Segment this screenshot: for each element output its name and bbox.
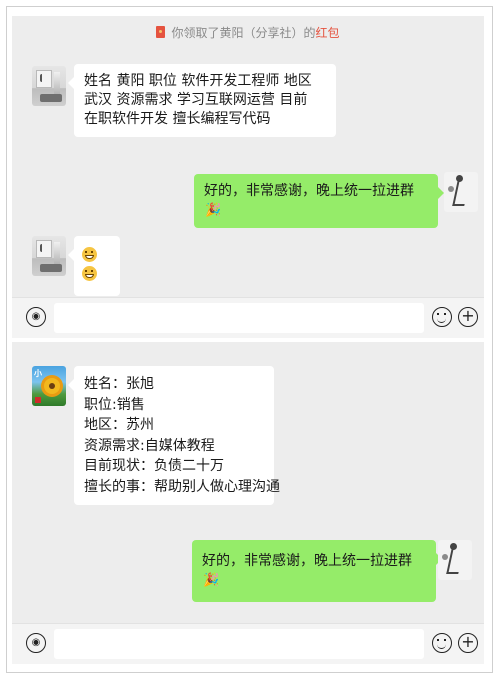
- grin-emoji-icon: [82, 266, 97, 281]
- avatar-label: 小: [34, 369, 42, 378]
- chat-input-bar: ◉ +: [12, 623, 484, 664]
- voice-icon[interactable]: ◉: [26, 307, 46, 327]
- plus-icon[interactable]: +: [458, 633, 478, 653]
- contact-avatar[interactable]: [32, 66, 66, 106]
- outgoing-message[interactable]: 好的，非常感谢，晚上统一拉进群 🎉: [194, 174, 444, 228]
- red-packet-link[interactable]: 红包: [316, 26, 340, 40]
- my-avatar[interactable]: [444, 172, 478, 212]
- incoming-message-profile[interactable]: 姓名：张旭 职位:销售 地区：苏州 资源需求:自媒体教程 目前现状：负债二十万 …: [68, 366, 280, 505]
- outgoing-message[interactable]: 好的，非常感谢，晚上统一拉进群 🎉: [192, 540, 442, 602]
- chat-panel-1: 你领取了黄阳（分享社）的红包 姓名 黄阳 职位 软件开发工程师 地区 武汉 资源…: [12, 16, 484, 338]
- message-line: 目前现状：负债二十万: [84, 458, 224, 474]
- chat-input-bar: ◉ +: [12, 297, 484, 338]
- incoming-message-profile[interactable]: 姓名 黄阳 职位 软件开发工程师 地区 武汉 资源需求 学习互联网运营 目前 在…: [68, 64, 336, 137]
- contact-avatar[interactable]: 小: [32, 366, 66, 406]
- emoji-icon[interactable]: [432, 307, 452, 327]
- message-input[interactable]: [54, 629, 424, 659]
- message-text: 好的，非常感谢，晚上统一拉进群: [202, 553, 412, 569]
- plus-icon[interactable]: +: [458, 307, 478, 327]
- message-line: 擅长的事：帮助别人做心理沟通: [84, 478, 280, 495]
- incoming-emoji-message[interactable]: [68, 236, 120, 296]
- message-line: 姓名 黄阳 职位 软件开发工程师 地区: [84, 73, 312, 89]
- message-line: 资源需求:自媒体教程: [84, 437, 215, 454]
- message-line: 姓名：张旭: [84, 376, 154, 392]
- message-line: 地区：苏州: [84, 417, 154, 433]
- message-line: 在职软件开发 擅长编程写代码: [84, 111, 271, 127]
- notice-text: 你领取了黄阳（分享社）的: [171, 26, 316, 40]
- red-packet-icon: [156, 26, 166, 38]
- red-packet-notice: 你领取了黄阳（分享社）的红包: [12, 24, 484, 41]
- emoji-icon[interactable]: [432, 633, 452, 653]
- chat-panel-2: 小 姓名：张旭 职位:销售 地区：苏州 资源需求:自媒体教程 目前现状：负债二十…: [12, 342, 484, 664]
- message-text: 好的，非常感谢，晚上统一拉进群: [204, 183, 414, 199]
- message-line: 武汉 资源需求 学习互联网运营 目前: [84, 92, 308, 108]
- party-emoji-icon: 🎉: [205, 203, 222, 218]
- voice-icon[interactable]: ◉: [26, 633, 46, 653]
- my-avatar[interactable]: [438, 540, 472, 580]
- grin-emoji-icon: [82, 247, 97, 262]
- contact-avatar[interactable]: [32, 236, 66, 276]
- message-line: 职位:销售: [84, 396, 145, 413]
- party-emoji-icon: 🎉: [203, 573, 220, 588]
- message-input[interactable]: [54, 303, 424, 333]
